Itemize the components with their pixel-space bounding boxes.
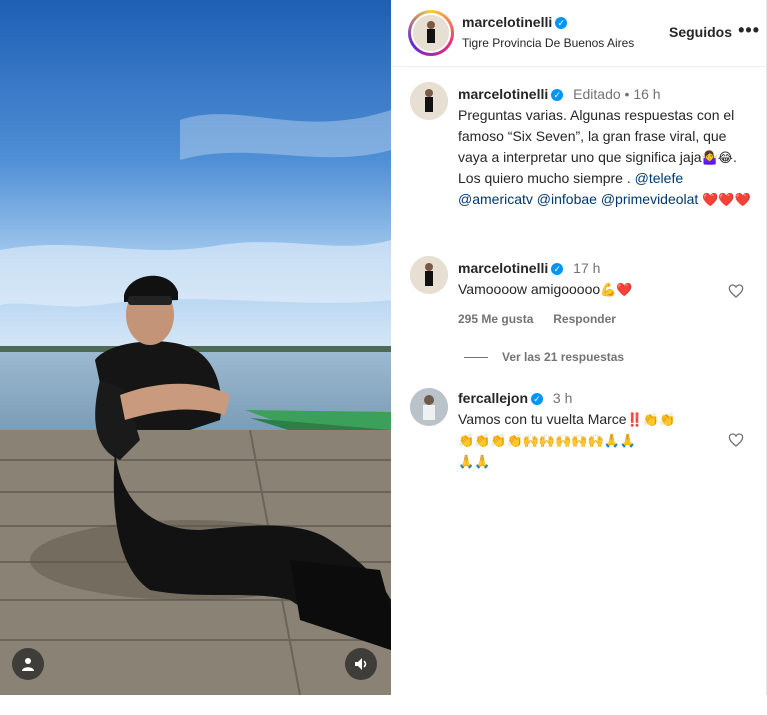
following-button[interactable]: Seguidos bbox=[669, 24, 732, 40]
speaker-icon bbox=[355, 658, 367, 670]
avatar-image bbox=[413, 15, 449, 51]
like-comment-heart-icon[interactable] bbox=[728, 432, 744, 448]
header-username[interactable]: marcelotinelli bbox=[462, 14, 552, 30]
story-ring[interactable] bbox=[408, 10, 454, 56]
comment-text: Vamoooow amigooooo bbox=[458, 281, 601, 297]
avatar-image bbox=[410, 388, 448, 426]
comment-2: fercallejon ✓ 3 h Vamos con tu vuelta Mar… bbox=[458, 388, 748, 472]
more-options-icon[interactable]: ••• bbox=[738, 20, 760, 41]
audio-toggle-button[interactable] bbox=[345, 648, 377, 680]
comment-emojis-1: ‼️👏👏 bbox=[626, 412, 676, 427]
like-comment-heart-icon[interactable] bbox=[728, 283, 744, 299]
caption-avatar[interactable] bbox=[410, 82, 448, 120]
comment-1: marcelotinelli ✓ 17 h Vamoooow amigooooo💪… bbox=[458, 258, 748, 330]
avatar[interactable] bbox=[411, 13, 451, 53]
verified-icon: ✓ bbox=[555, 16, 568, 29]
comment-emojis-2: 👏👏👏👏🙌🙌🙌🙌🙌🙏🙏 bbox=[458, 433, 637, 448]
comment-text: Vamos con tu vuelta Marce bbox=[458, 411, 627, 427]
post-photo[interactable] bbox=[0, 0, 391, 695]
mention-primevideolat[interactable]: @primevideolat bbox=[601, 191, 698, 207]
photo-scene bbox=[0, 0, 391, 695]
post-caption: marcelotinelli ✓ Editado • 16 h Preguntas… bbox=[458, 86, 751, 207]
caption-text: Preguntas varias. Algunas respuestas con… bbox=[458, 107, 735, 165]
reply-button[interactable]: Responder bbox=[553, 312, 616, 326]
view-replies-label: Ver las 21 respuestas bbox=[502, 350, 625, 364]
verified-icon: ✓ bbox=[551, 89, 564, 102]
caption-hearts: ❤️❤️❤️ bbox=[702, 192, 751, 207]
caption-emojis: 🤷‍♀️😂 bbox=[701, 150, 733, 165]
post-details-panel: marcelotinelli ✓ Tigre Provincia De Bueno… bbox=[392, 0, 766, 695]
replies-divider bbox=[464, 357, 488, 359]
comment-emojis: 💪❤️ bbox=[600, 282, 633, 297]
comment-username[interactable]: fercallejon bbox=[458, 390, 528, 406]
edited-label: Editado bbox=[573, 86, 621, 102]
comment-likes[interactable]: 295 Me gusta bbox=[458, 312, 533, 326]
verified-icon: ✓ bbox=[531, 393, 544, 406]
caption-username[interactable]: marcelotinelli bbox=[458, 86, 548, 102]
mention-telefe[interactable]: @telefe bbox=[635, 170, 683, 186]
comment-actions: 295 Me gusta Responder bbox=[458, 308, 748, 330]
avatar-image bbox=[410, 82, 448, 120]
mention-infobae[interactable]: @infobae bbox=[537, 191, 597, 207]
post-header: marcelotinelli ✓ Tigre Provincia De Bueno… bbox=[392, 0, 766, 67]
comment-time[interactable]: 17 h bbox=[573, 260, 600, 276]
comment-username[interactable]: marcelotinelli bbox=[458, 260, 548, 276]
location-link[interactable]: Tigre Provincia De Buenos Aires bbox=[462, 36, 634, 50]
instagram-post: marcelotinelli ✓ Tigre Provincia De Bueno… bbox=[0, 0, 767, 695]
comment-avatar[interactable] bbox=[410, 256, 448, 294]
comment-time[interactable]: 3 h bbox=[553, 390, 572, 406]
avatar-image bbox=[410, 256, 448, 294]
tagged-users-button[interactable] bbox=[12, 648, 44, 680]
mention-americatv[interactable]: @americatv bbox=[458, 191, 533, 207]
user-icon bbox=[22, 658, 34, 671]
comment-emojis-3: 🙏🙏 bbox=[458, 454, 491, 469]
verified-icon: ✓ bbox=[551, 263, 564, 276]
comment-avatar[interactable] bbox=[410, 388, 448, 426]
caption-time[interactable]: 16 h bbox=[633, 86, 660, 102]
view-replies-button[interactable]: Ver las 21 respuestas bbox=[464, 350, 624, 364]
header-user: marcelotinelli ✓ bbox=[462, 14, 568, 32]
